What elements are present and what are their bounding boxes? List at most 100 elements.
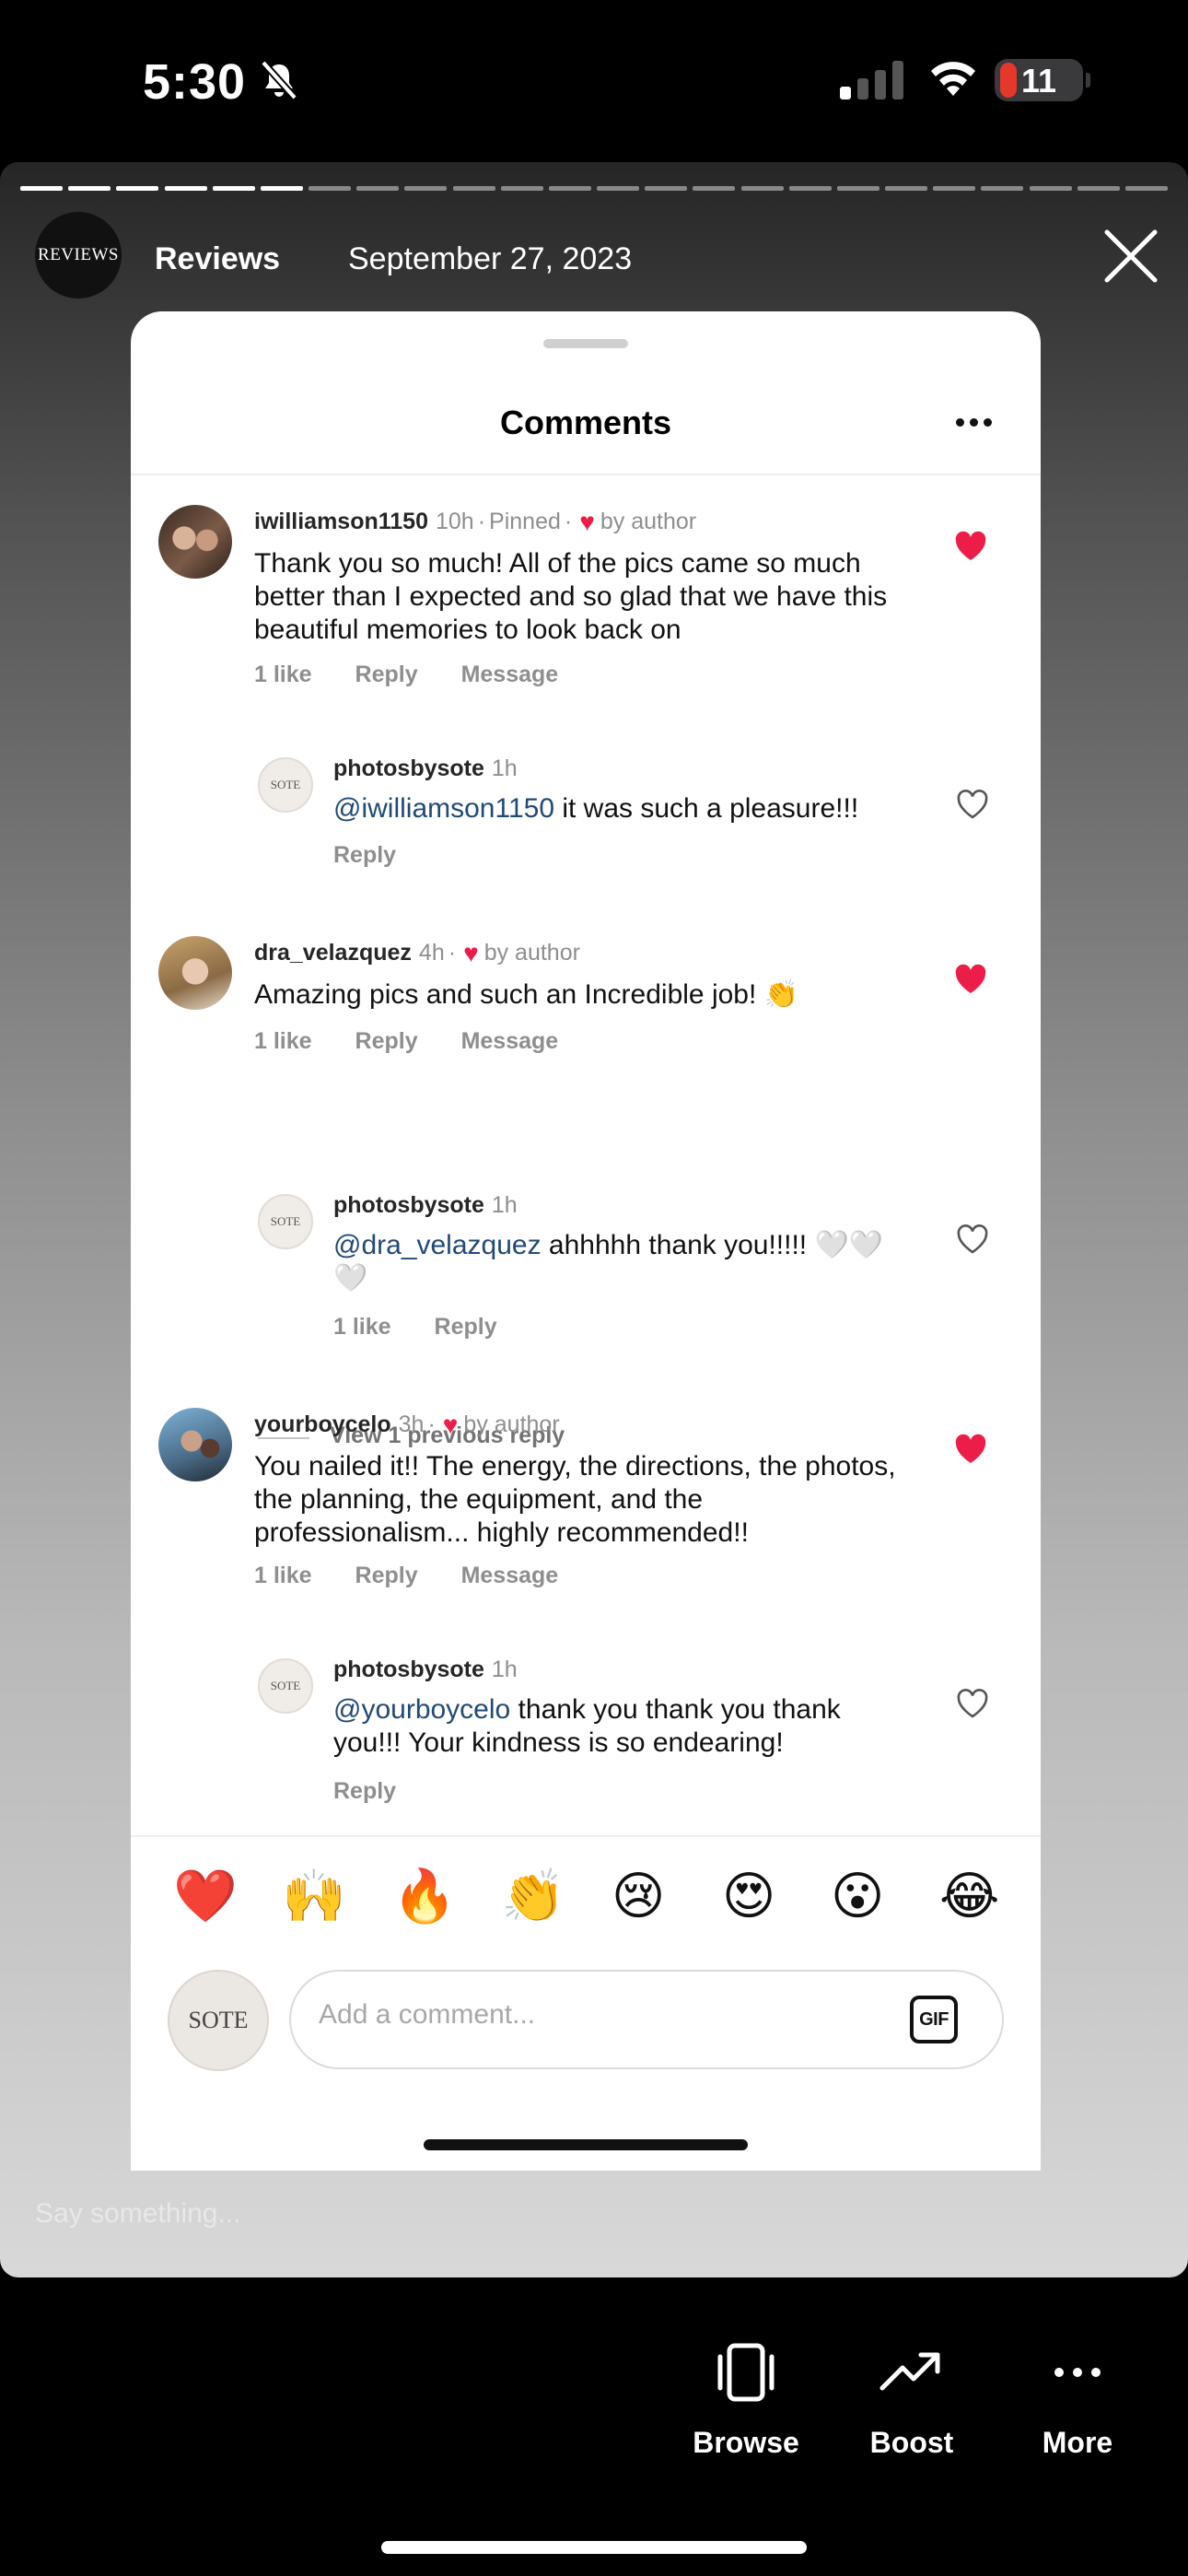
reply-button[interactable]: Reply: [333, 1778, 396, 1804]
avatar[interactable]: SOTE: [258, 1658, 313, 1714]
comment-composer[interactable]: GIF: [289, 1970, 1004, 2069]
comment-text: Amazing pics and such an Incredible job!…: [254, 979, 799, 1010]
browse-icon: [717, 2343, 775, 2402]
comment-time: 1h: [491, 1657, 518, 1682]
story-progress-segment: [740, 186, 784, 191]
battery-level: 11: [1020, 62, 1057, 100]
story-progress-segment: [933, 186, 976, 191]
heart-filled-icon[interactable]: [954, 531, 987, 562]
comment-header: iwilliamson1150 10h · Pinned · ♥ by auth…: [254, 507, 697, 536]
emoji-red-heart[interactable]: ❤️: [173, 1868, 238, 1924]
avatar[interactable]: [158, 936, 232, 1010]
comment-input[interactable]: [319, 1999, 871, 2031]
comment-time: 1h: [491, 755, 518, 781]
story-progress-segment: [788, 186, 832, 191]
wifi-icon: [931, 62, 975, 96]
comment-username[interactable]: dra_velazquez: [254, 940, 412, 966]
message-button[interactable]: Message: [461, 1563, 559, 1588]
story-progress-segment: [1124, 186, 1168, 191]
comment-time: 10h: [436, 509, 474, 534]
by-author-label: by author: [600, 509, 697, 534]
current-user-avatar[interactable]: SOTE: [168, 1970, 269, 2071]
comment-username[interactable]: photosbysote: [333, 1657, 484, 1683]
divider: [131, 1835, 1041, 1837]
story-progress-segment: [452, 186, 495, 191]
more-options-icon[interactable]: [956, 415, 997, 431]
comment-header: photosbysote 1h: [333, 1192, 518, 1219]
comment-actions: 1 like Reply Message: [254, 1028, 595, 1055]
heart-icon: ♥: [442, 1410, 459, 1439]
reply-button[interactable]: Reply: [355, 662, 418, 687]
browse-button[interactable]: Browse: [663, 2340, 829, 2460]
avatar[interactable]: [158, 1408, 232, 1481]
close-icon[interactable]: [1101, 227, 1160, 286]
mention-link[interactable]: @dra_velazquez: [333, 1230, 542, 1260]
story-progress-segment: [1029, 186, 1072, 191]
heart-outline-icon[interactable]: [956, 789, 989, 820]
heart-filled-icon[interactable]: [954, 1434, 987, 1465]
reply-button[interactable]: Reply: [333, 842, 396, 868]
story-progress-segment: [885, 186, 928, 191]
story-progress-segment: [260, 186, 303, 191]
story-account-avatar[interactable]: REVIEWS: [35, 212, 122, 299]
comment-username[interactable]: iwilliamson1150: [254, 509, 428, 535]
comment-header: dra_velazquez 4h · ♥ by author: [254, 938, 580, 967]
story-progress-bar: [20, 186, 1168, 192]
story-reply-placeholder[interactable]: Say something...: [35, 2198, 240, 2230]
mention-link[interactable]: @iwilliamson1150: [333, 793, 554, 824]
comment-username[interactable]: photosbysote: [333, 1192, 484, 1219]
story-account-name[interactable]: Reviews: [155, 241, 280, 277]
more-button[interactable]: More: [995, 2340, 1160, 2460]
browse-label: Browse: [693, 2426, 799, 2459]
emoji-surprised-face[interactable]: 😮: [831, 1868, 884, 1924]
heart-outline-icon[interactable]: [956, 1224, 989, 1255]
comment-text: You nailed it!! The energy, the directio…: [254, 1451, 896, 1548]
emoji-raising-hands[interactable]: 🙌: [282, 1868, 346, 1924]
comment-time: 3h: [398, 1411, 425, 1437]
story-progress-segment: [1077, 186, 1120, 191]
reply-button[interactable]: Reply: [355, 1028, 418, 1054]
gif-button[interactable]: GIF: [910, 1996, 958, 2043]
story-progress-segment: [20, 186, 64, 191]
heart-filled-icon[interactable]: [954, 964, 987, 995]
boost-button[interactable]: Boost: [829, 2340, 995, 2460]
emoji-fire[interactable]: 🔥: [392, 1868, 457, 1924]
by-author-label: by author: [463, 1411, 560, 1437]
comment-actions: 1 like Reply Message: [254, 1563, 595, 1589]
story-progress-segment: [981, 186, 1024, 191]
story-progress-segment: [693, 186, 736, 191]
story-progress-segment: [212, 186, 255, 191]
emoji-tears-of-joy[interactable]: 😂: [939, 1868, 999, 1924]
mention-link[interactable]: @yourboycelo: [333, 1694, 510, 1725]
comment-username[interactable]: photosbysote: [333, 755, 484, 782]
like-count[interactable]: 1 like: [254, 1563, 312, 1588]
comment-time: 1h: [491, 1192, 518, 1218]
comment-header: yourboycelo 3h · ♥ by author: [254, 1410, 560, 1439]
like-count[interactable]: 1 like: [254, 662, 312, 687]
message-button[interactable]: Message: [461, 1028, 559, 1054]
story-progress-segment: [356, 186, 400, 191]
avatar[interactable]: [158, 505, 232, 579]
sheet-grabber[interactable]: [543, 339, 628, 348]
emoji-heart-eyes[interactable]: 😍: [722, 1868, 775, 1924]
message-button[interactable]: Message: [461, 662, 559, 687]
emoji-crying-face[interactable]: 😢: [611, 1868, 665, 1924]
comment-header: photosbysote 1h: [333, 755, 518, 782]
comments-sheet: Comments iwilliamson1150 10h · Pinned · …: [131, 311, 1041, 2171]
comment-header: photosbysote 1h: [333, 1657, 518, 1683]
like-count[interactable]: 1 like: [333, 1314, 391, 1340]
like-count[interactable]: 1 like: [254, 1028, 312, 1054]
more-icon: [1054, 2368, 1101, 2377]
story-progress-segment: [548, 186, 591, 191]
emoji-clapping-hands[interactable]: 👏: [501, 1868, 565, 1924]
comment-username[interactable]: yourboycelo: [254, 1411, 391, 1438]
heart-outline-icon[interactable]: [956, 1688, 989, 1719]
reply-button[interactable]: Reply: [355, 1563, 418, 1588]
avatar[interactable]: SOTE: [258, 1194, 313, 1249]
story-progress-segment: [500, 186, 543, 191]
sheet-home-indicator: [424, 2139, 748, 2150]
comment-text: @dra_velazquez ahhhhh thank you!!!!! 🤍🤍🤍: [333, 1230, 884, 1294]
heart-icon: ♥: [579, 507, 595, 536]
avatar[interactable]: SOTE: [258, 757, 313, 813]
reply-button[interactable]: Reply: [435, 1314, 497, 1340]
